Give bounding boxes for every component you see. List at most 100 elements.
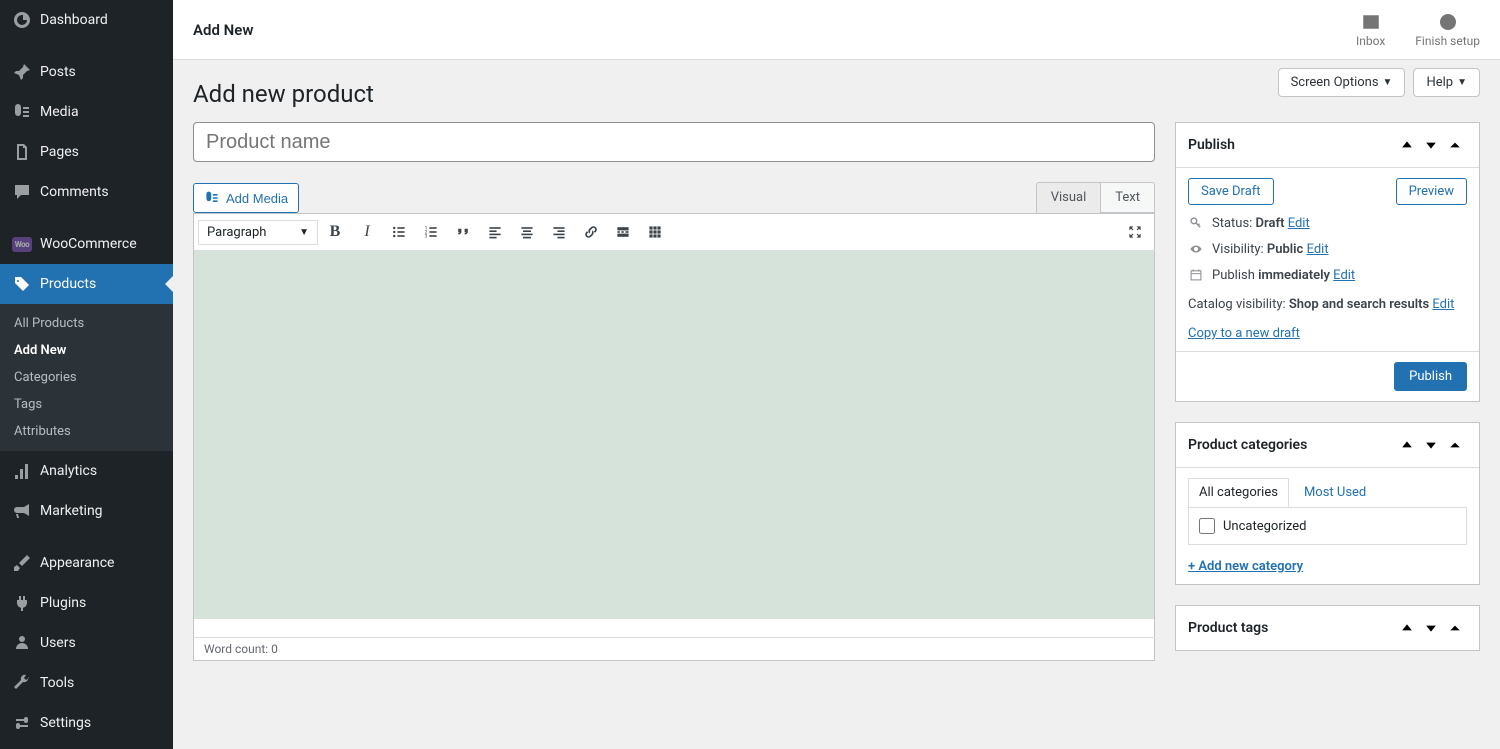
label: Help [1426, 75, 1453, 90]
comment-icon [12, 182, 32, 202]
move-down-button[interactable] [1419, 433, 1443, 457]
numbered-list-button[interactable]: 123 [416, 218, 446, 246]
circle-icon [1438, 12, 1458, 32]
finish-setup-button[interactable]: Finish setup [1415, 12, 1480, 48]
submenu-tags[interactable]: Tags [0, 391, 173, 418]
topbar-title: Add New [193, 21, 1356, 39]
move-down-button[interactable] [1419, 133, 1443, 157]
fullscreen-button[interactable] [1120, 218, 1150, 246]
sidebar-item-settings[interactable]: Settings [0, 703, 173, 743]
topbar-label: Inbox [1356, 34, 1385, 48]
sidebar-item-marketing[interactable]: Marketing [0, 491, 173, 531]
plug-icon [12, 593, 32, 613]
toolbar-toggle-button[interactable] [640, 218, 670, 246]
sidebar-label: Comments [40, 184, 109, 200]
caret-down-icon: ▼ [1457, 77, 1467, 88]
read-more-button[interactable] [608, 218, 638, 246]
inbox-button[interactable]: Inbox [1356, 12, 1385, 48]
collapse-button[interactable] [1443, 133, 1467, 157]
sidebar-label: Appearance [40, 555, 114, 571]
caret-down-icon: ▼ [1383, 77, 1393, 88]
paragraph-dropdown[interactable]: Paragraph ▼ [198, 220, 318, 245]
submenu-categories[interactable]: Categories [0, 364, 173, 391]
screen-options-toggle[interactable]: Screen Options ▼ [1278, 68, 1406, 97]
edit-catalog-link[interactable]: Edit [1432, 297, 1454, 312]
add-media-button[interactable]: Add Media [193, 183, 299, 213]
cat-tab-all[interactable]: All categories [1188, 478, 1289, 507]
align-left-button[interactable] [480, 218, 510, 246]
collapse-button[interactable] [1443, 616, 1467, 640]
submenu-add-new[interactable]: Add New [0, 337, 173, 364]
bullet-list-button[interactable] [384, 218, 414, 246]
collapse-button[interactable] [1443, 433, 1467, 457]
sidebar-label: Tools [40, 675, 74, 691]
sidebar-item-appearance[interactable]: Appearance [0, 543, 173, 583]
sidebar-item-products[interactable]: Products [0, 264, 173, 304]
align-center-button[interactable] [512, 218, 542, 246]
user-icon [12, 633, 32, 653]
edit-publish-link[interactable]: Edit [1333, 268, 1355, 283]
move-up-button[interactable] [1395, 616, 1419, 640]
sidebar-label: Plugins [40, 595, 86, 611]
sidebar-item-users[interactable]: Users [0, 623, 173, 663]
woocommerce-icon: Woo [12, 234, 32, 254]
align-right-button[interactable] [544, 218, 574, 246]
move-down-button[interactable] [1419, 616, 1443, 640]
media-icon [204, 190, 220, 206]
tags-metabox: Product tags [1175, 605, 1480, 651]
sidebar-item-analytics[interactable]: Analytics [0, 451, 173, 491]
preview-button[interactable]: Preview [1396, 178, 1467, 205]
editor-content[interactable] [193, 251, 1155, 619]
svg-text:3: 3 [425, 234, 428, 240]
sidebar-label: Marketing [40, 503, 103, 519]
label: Screen Options [1291, 75, 1379, 90]
sidebar-item-comments[interactable]: Comments [0, 172, 173, 212]
edit-status-link[interactable]: Edit [1288, 216, 1310, 231]
save-draft-button[interactable]: Save Draft [1188, 178, 1274, 205]
key-icon [1188, 215, 1204, 231]
copy-to-draft-link[interactable]: Copy to a new draft [1188, 326, 1300, 341]
cat-tab-most-used[interactable]: Most Used [1293, 478, 1377, 507]
products-icon [12, 274, 32, 294]
category-uncategorized[interactable]: Uncategorized [1199, 518, 1456, 534]
sidebar-item-woocommerce[interactable]: Woo WooCommerce [0, 224, 173, 264]
label: Status: [1212, 216, 1256, 231]
editor-toolbar: Paragraph ▼ B I 123 [193, 213, 1155, 251]
sidebar-item-dashboard[interactable]: Dashboard [0, 0, 173, 40]
sidebar-item-tools[interactable]: Tools [0, 663, 173, 703]
sidebar-item-media[interactable]: Media [0, 92, 173, 132]
category-checkbox[interactable] [1199, 518, 1215, 534]
sidebar-label: Media [40, 104, 79, 120]
label: Visibility: [1212, 242, 1267, 257]
sidebar-item-posts[interactable]: Posts [0, 52, 173, 92]
add-new-category-link[interactable]: + Add new category [1188, 559, 1303, 574]
eye-icon [1188, 241, 1204, 257]
sidebar-item-plugins[interactable]: Plugins [0, 583, 173, 623]
sidebar-label: Settings [40, 715, 91, 731]
move-up-button[interactable] [1395, 133, 1419, 157]
editor-tab-visual[interactable]: Visual [1036, 182, 1101, 213]
sidebar-label: Analytics [40, 463, 97, 479]
publish-button[interactable]: Publish [1394, 362, 1467, 391]
sidebar-label: Users [40, 635, 76, 651]
editor-tab-text[interactable]: Text [1100, 182, 1155, 213]
brush-icon [12, 553, 32, 573]
metabox-title: Product categories [1188, 437, 1307, 453]
topbar: Add New Inbox Finish setup [173, 0, 1500, 60]
blockquote-button[interactable] [448, 218, 478, 246]
catalog-value: Shop and search results [1289, 297, 1429, 312]
link-button[interactable] [576, 218, 606, 246]
megaphone-icon [12, 501, 32, 521]
italic-button[interactable]: I [352, 218, 382, 246]
visibility-value: Public [1267, 242, 1303, 257]
bold-button[interactable]: B [320, 218, 350, 246]
submenu-all-products[interactable]: All Products [0, 310, 173, 337]
submenu-attributes[interactable]: Attributes [0, 418, 173, 445]
move-up-button[interactable] [1395, 433, 1419, 457]
sidebar-item-pages[interactable]: Pages [0, 132, 173, 172]
help-toggle[interactable]: Help ▼ [1413, 68, 1480, 97]
sidebar-label: WooCommerce [40, 236, 137, 252]
product-name-input[interactable] [193, 122, 1155, 162]
wrench-icon [12, 673, 32, 693]
edit-visibility-link[interactable]: Edit [1307, 242, 1329, 257]
